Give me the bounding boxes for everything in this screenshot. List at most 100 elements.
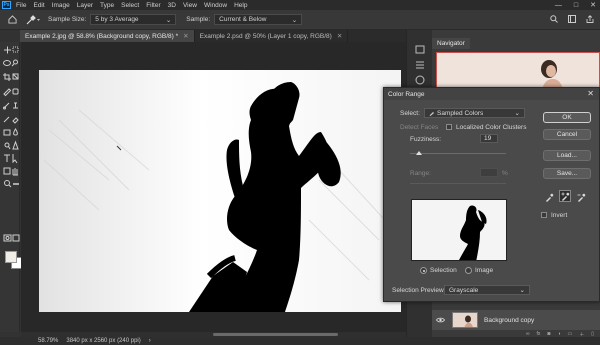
image-radio[interactable] <box>465 267 472 274</box>
blur-tool-icon <box>13 128 18 136</box>
selection-preview-value: Grayscale <box>449 286 479 294</box>
chevron-right-icon[interactable]: › <box>149 338 151 344</box>
menu-image[interactable]: Image <box>52 2 70 9</box>
add-to-sample-eyedropper-icon[interactable] <box>559 190 571 202</box>
sample-select[interactable]: Current & Below ⌄ <box>214 14 303 25</box>
marquee-tool-icon <box>12 46 19 53</box>
link-icon[interactable]: ∞ <box>526 331 530 337</box>
home-icon[interactable] <box>6 14 18 26</box>
share-icon[interactable] <box>586 15 594 25</box>
new-layer-icon[interactable]: ＋ <box>579 331 584 338</box>
cancel-button[interactable]: Cancel <box>543 129 591 140</box>
tab-example-2-jpg[interactable]: Example 2.jpg @ 58.8% (Background copy, … <box>20 30 195 42</box>
fuzziness-slider-thumb[interactable] <box>415 151 422 155</box>
document-canvas[interactable] <box>39 70 401 312</box>
minimize-button[interactable]: — <box>555 2 562 9</box>
menu-window[interactable]: Window <box>204 2 227 9</box>
canvas-area <box>21 42 406 332</box>
close-tab-icon[interactable]: ✕ <box>337 32 342 40</box>
adjustment-layer-icon[interactable]: ◑ <box>557 331 560 337</box>
close-icon[interactable]: ✕ <box>587 89 594 98</box>
menu-type[interactable]: Type <box>100 2 114 9</box>
history-panel-icon <box>415 45 425 54</box>
selection-radio-label: Selection <box>430 267 457 274</box>
foreground-color-swatch[interactable] <box>5 251 17 263</box>
quick-mask-icon <box>3 234 12 242</box>
options-right-icons <box>550 15 594 25</box>
selection-preview-label: Selection Preview: <box>392 287 446 294</box>
eyedropper-icon[interactable] <box>543 191 555 203</box>
save-button[interactable]: Save... <box>543 168 591 179</box>
workspace-icon[interactable] <box>568 15 576 25</box>
menu-layer[interactable]: Layer <box>77 2 93 9</box>
trash-icon[interactable]: ▯ <box>591 331 594 337</box>
select-dropdown[interactable]: Sampled Colors ⌄ <box>424 108 525 118</box>
selection-preview-thumbnail[interactable] <box>411 199 507 261</box>
range-unit: % <box>502 170 508 177</box>
folder-icon[interactable]: ▭ <box>567 331 572 337</box>
image-radio-label: Image <box>475 267 494 274</box>
menu-file[interactable]: File <box>16 2 26 9</box>
maximize-button[interactable]: □ <box>574 2 578 9</box>
mask-icon[interactable]: ◙ <box>547 331 550 337</box>
window-controls: — □ ✕ <box>555 0 596 10</box>
menu-view[interactable]: View <box>183 2 197 9</box>
silhouette-image <box>39 70 401 312</box>
move-tool-icon <box>4 46 11 54</box>
menu-3d[interactable]: 3D <box>168 2 176 9</box>
menu-bar: Ps File Edit Image Layer Type Select Fil… <box>0 0 600 10</box>
eyedropper-tool-icon[interactable] <box>26 14 42 26</box>
document-tabs: Example 2.jpg @ 58.8% (Background copy, … <box>20 30 406 42</box>
tab-example-2-psd[interactable]: Example 2.psd @ 50% (Layer 1 copy, RGB/8… <box>195 30 349 42</box>
photoshop-logo: Ps <box>2 1 11 9</box>
navigator-preview[interactable] <box>436 52 600 92</box>
sample-size-value: 5 by 3 Average <box>95 16 139 23</box>
invert-label: Invert <box>551 212 568 219</box>
dodge-tool-icon <box>4 142 11 150</box>
zoom-level[interactable]: 58.79% <box>38 338 58 344</box>
eye-icon[interactable] <box>436 316 446 325</box>
more-tools-icon <box>13 183 19 185</box>
load-button[interactable]: Load... <box>543 150 591 161</box>
tab-navigator[interactable]: Navigator <box>432 38 470 49</box>
selection-preview-select[interactable]: Grayscale ⌄ <box>444 285 530 295</box>
menu-select[interactable]: Select <box>121 2 139 9</box>
adjustments-panel-icon <box>415 75 425 85</box>
tab-label: Example 2.psd @ 50% (Layer 1 copy, RGB/8… <box>199 32 332 40</box>
brush-tool-icon <box>3 102 10 110</box>
tools-panel <box>0 42 23 332</box>
menu-edit[interactable]: Edit <box>33 2 44 9</box>
ok-button[interactable]: OK <box>543 112 591 123</box>
history-brush-icon <box>3 116 10 123</box>
select-value: Sampled Colors <box>437 109 484 117</box>
close-tab-icon[interactable]: ✕ <box>183 32 188 40</box>
fx-icon[interactable]: fx <box>537 331 541 337</box>
fuzziness-slider-track[interactable] <box>410 153 506 154</box>
properties-panel-icon <box>416 61 424 69</box>
menu-help[interactable]: Help <box>234 2 247 9</box>
fuzziness-label: Fuzziness: <box>410 136 442 143</box>
fuzziness-input[interactable]: 19 <box>480 134 498 143</box>
layer-row-background-copy[interactable]: Background copy <box>432 310 600 330</box>
subtract-from-sample-eyedropper-icon[interactable] <box>575 191 587 203</box>
healing-brush-icon <box>12 88 19 95</box>
menu-filter[interactable]: Filter <box>146 2 160 9</box>
layer-thumbnail <box>452 312 478 328</box>
dialog-title-bar[interactable]: Color Range ✕ <box>384 88 599 100</box>
selection-radio[interactable] <box>420 267 427 274</box>
eraser-tool-icon <box>12 117 19 124</box>
type-tool-icon <box>4 154 10 162</box>
invert-checkbox[interactable] <box>541 212 547 218</box>
search-icon[interactable] <box>550 15 558 25</box>
crop-tool-icon <box>3 73 11 81</box>
range-input <box>480 168 498 177</box>
layers-footer: ∞ fx ◙ ◑ ▭ ＋ ▯ <box>432 331 600 338</box>
sample-size-select[interactable]: 5 by 3 Average ⌄ <box>90 14 177 25</box>
localized-clusters-checkbox[interactable] <box>446 124 452 130</box>
sample-label: Sample: <box>186 16 211 23</box>
layer-name: Background copy <box>484 316 535 324</box>
scrollbar-thumb[interactable] <box>213 333 338 336</box>
close-window-button[interactable]: ✕ <box>590 1 596 9</box>
select-label: Select: <box>400 110 420 117</box>
dialog-title: Color Range <box>388 90 425 98</box>
